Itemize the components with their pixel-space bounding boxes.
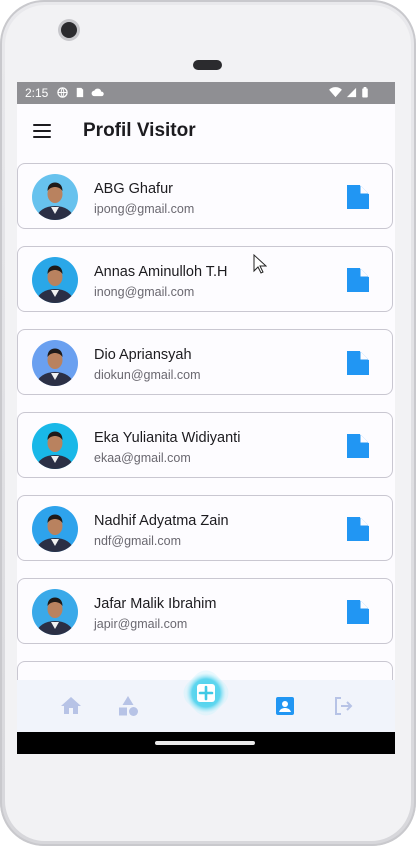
avatar <box>32 589 78 635</box>
visitor-card[interactable]: Dio Apriansyah diokun@gmail.com <box>17 329 393 395</box>
person-photo <box>37 182 73 220</box>
front-camera <box>61 22 77 38</box>
person-photo <box>37 514 73 552</box>
avatar <box>32 257 78 303</box>
person-photo <box>37 348 73 386</box>
app-bar: Profil Visitor <box>17 104 395 160</box>
globe-icon <box>57 87 68 98</box>
document-icon[interactable] <box>347 434 369 458</box>
document-icon[interactable] <box>347 185 369 209</box>
visitor-email: ekaa@gmail.com <box>94 451 191 465</box>
visitor-card[interactable]: Nadhif Adyatma Zain ndf@gmail.com <box>17 495 393 561</box>
person-photo <box>37 265 73 303</box>
visitor-email: inong@gmail.com <box>94 285 195 299</box>
visitor-name: Nadhif Adyatma Zain <box>94 513 229 529</box>
logout-icon[interactable] <box>331 694 355 718</box>
avatar <box>32 340 78 386</box>
document-icon[interactable] <box>347 600 369 624</box>
avatar <box>32 423 78 469</box>
status-time: 2:15 <box>25 86 49 100</box>
visitor-email: japir@gmail.com <box>94 617 188 631</box>
document-icon[interactable] <box>347 268 369 292</box>
phone-frame: 2:15 Profil Visitor ABG Ghafur ipong@gmai… <box>0 0 416 846</box>
visitor-email: ndf@gmail.com <box>94 534 182 548</box>
home-indicator[interactable] <box>155 741 255 745</box>
menu-icon[interactable] <box>33 124 51 138</box>
earpiece-speaker <box>193 60 222 70</box>
page-title: Profil Visitor <box>83 120 196 141</box>
visitor-name: Dio Apriansyah <box>94 347 192 363</box>
visitor-email: diokun@gmail.com <box>94 368 201 382</box>
gesture-bar <box>17 732 395 754</box>
visitor-card[interactable]: Eka Yulianita Widiyanti ekaa@gmail.com <box>17 412 393 478</box>
add-visitor-button[interactable] <box>179 666 233 720</box>
battery-icon <box>362 87 368 98</box>
wifi-icon <box>329 87 342 98</box>
profile-icon[interactable] <box>273 694 297 718</box>
status-bar: 2:15 <box>17 82 395 104</box>
app-screen: 2:15 Profil Visitor ABG Ghafur ipong@gmai… <box>17 82 395 754</box>
visitor-name: Annas Aminulloh T.H <box>94 264 228 280</box>
visitor-name: ABG Ghafur <box>94 181 173 197</box>
visitor-card[interactable]: Annas Aminulloh T.H inong@gmail.com <box>17 246 393 312</box>
category-icon[interactable] <box>116 694 140 718</box>
cloud-icon <box>91 88 104 97</box>
document-icon[interactable] <box>347 517 369 541</box>
avatar <box>32 506 78 552</box>
signal-icon <box>346 87 357 98</box>
avatar <box>32 174 78 220</box>
visitor-name: Jafar Malik Ibrahim <box>94 596 217 612</box>
visitor-name: Eka Yulianita Widiyanti <box>94 430 241 446</box>
person-photo <box>37 597 73 635</box>
visitor-card[interactable]: Jafar Malik Ibrahim japir@gmail.com <box>17 578 393 644</box>
sim-card-icon <box>76 87 84 98</box>
document-icon[interactable] <box>347 351 369 375</box>
visitor-card[interactable]: ABG Ghafur ipong@gmail.com <box>17 163 393 229</box>
mouse-cursor-icon <box>253 254 267 274</box>
visitor-email: ipong@gmail.com <box>94 202 195 216</box>
person-photo <box>37 431 73 469</box>
bottom-navigation <box>17 670 395 732</box>
home-icon[interactable] <box>59 694 83 718</box>
